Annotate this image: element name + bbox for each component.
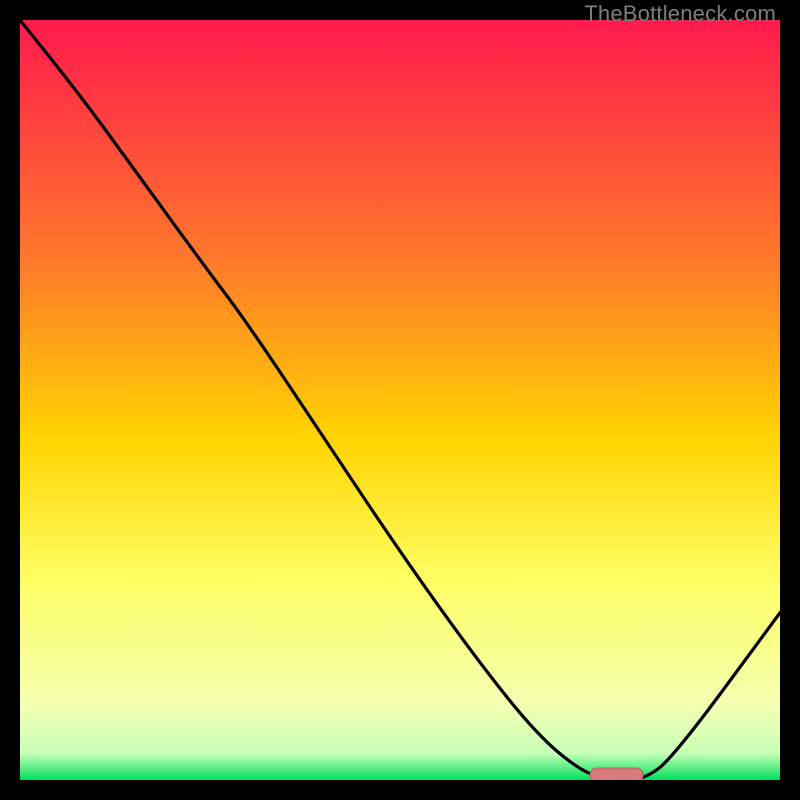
optimal-range-marker (590, 768, 643, 780)
chart-frame (20, 20, 780, 780)
bottleneck-plot (20, 20, 780, 780)
gradient-background (20, 20, 780, 780)
watermark-text: TheBottleneck.com (584, 1, 776, 27)
